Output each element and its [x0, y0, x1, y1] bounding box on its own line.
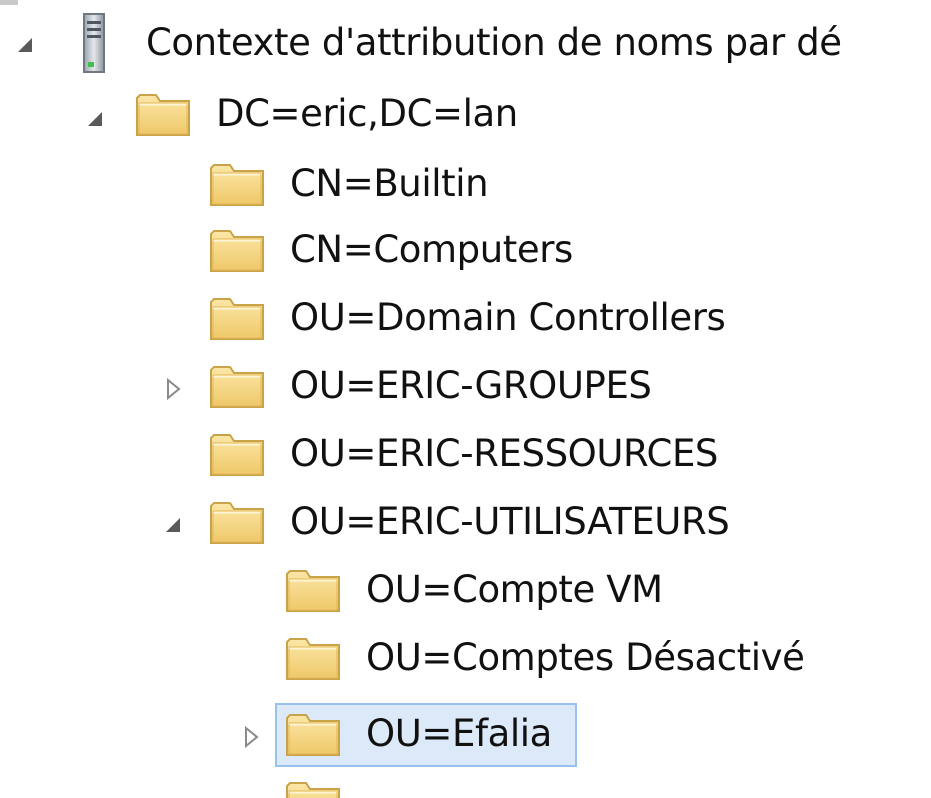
tree-node-comptes-desactive[interactable]: OU=Comptes Désactivé	[366, 624, 805, 692]
scroll-edge-fragment	[0, 0, 18, 5]
tree-node-label: OU=Comptes Désactivé	[366, 636, 805, 679]
expanded-arrow-icon[interactable]	[158, 510, 188, 540]
object-tree: Contexte d'attribution de noms par dé DC…	[0, 0, 931, 798]
folder-icon	[208, 160, 266, 208]
folder-icon	[284, 566, 342, 614]
tree-node-label: OU=ERIC-GROUPES	[290, 364, 652, 407]
tree-node-naming-context[interactable]: Contexte d'attribution de noms par dé	[146, 9, 842, 77]
tree-node-label: OU=Efalia	[366, 712, 552, 755]
folder-icon	[208, 498, 266, 546]
tree-node-domain-controllers[interactable]: OU=Domain Controllers	[290, 284, 726, 352]
tree-node-builtin[interactable]: CN=Builtin	[290, 150, 489, 218]
server-icon	[76, 12, 112, 74]
tree-node-label: OU=ERIC-RESSOURCES	[290, 432, 719, 475]
folder-icon	[134, 90, 192, 138]
tree-node-label: OU=ERIC-UTILISATEURS	[290, 500, 730, 543]
tree-node-label: DC=eric,DC=lan	[216, 92, 518, 135]
tree-node-label: OU=Domain Controllers	[290, 296, 726, 339]
tree-node-computers[interactable]: CN=Computers	[290, 216, 573, 284]
folder-icon	[208, 430, 266, 478]
tree-node-label: CN=Builtin	[290, 162, 489, 205]
tree-node-efalia[interactable]: OU=Efalia	[366, 700, 552, 768]
folder-icon	[284, 634, 342, 682]
tree-node-label: Contexte d'attribution de noms par dé	[146, 21, 842, 64]
folder-icon	[208, 362, 266, 410]
tree-node-domain[interactable]: DC=eric,DC=lan	[216, 80, 518, 148]
expanded-arrow-icon[interactable]	[10, 30, 40, 60]
tree-node-compte-vm[interactable]: OU=Compte VM	[366, 556, 663, 624]
collapsed-arrow-icon[interactable]	[236, 722, 266, 752]
tree-node-label: CN=Computers	[290, 228, 573, 271]
tree-node-eric-utilisateurs[interactable]: OU=ERIC-UTILISATEURS	[290, 488, 730, 556]
collapsed-arrow-icon[interactable]	[158, 374, 188, 404]
expanded-arrow-icon[interactable]	[80, 104, 110, 134]
tree-node-label: OU=Compte VM	[366, 568, 663, 611]
folder-icon	[284, 778, 342, 798]
folder-icon	[284, 710, 342, 758]
tree-node-eric-ressources[interactable]: OU=ERIC-RESSOURCES	[290, 420, 718, 488]
tree-node-eric-groupes[interactable]: OU=ERIC-GROUPES	[290, 352, 652, 420]
folder-icon	[208, 294, 266, 342]
folder-icon	[208, 226, 266, 274]
